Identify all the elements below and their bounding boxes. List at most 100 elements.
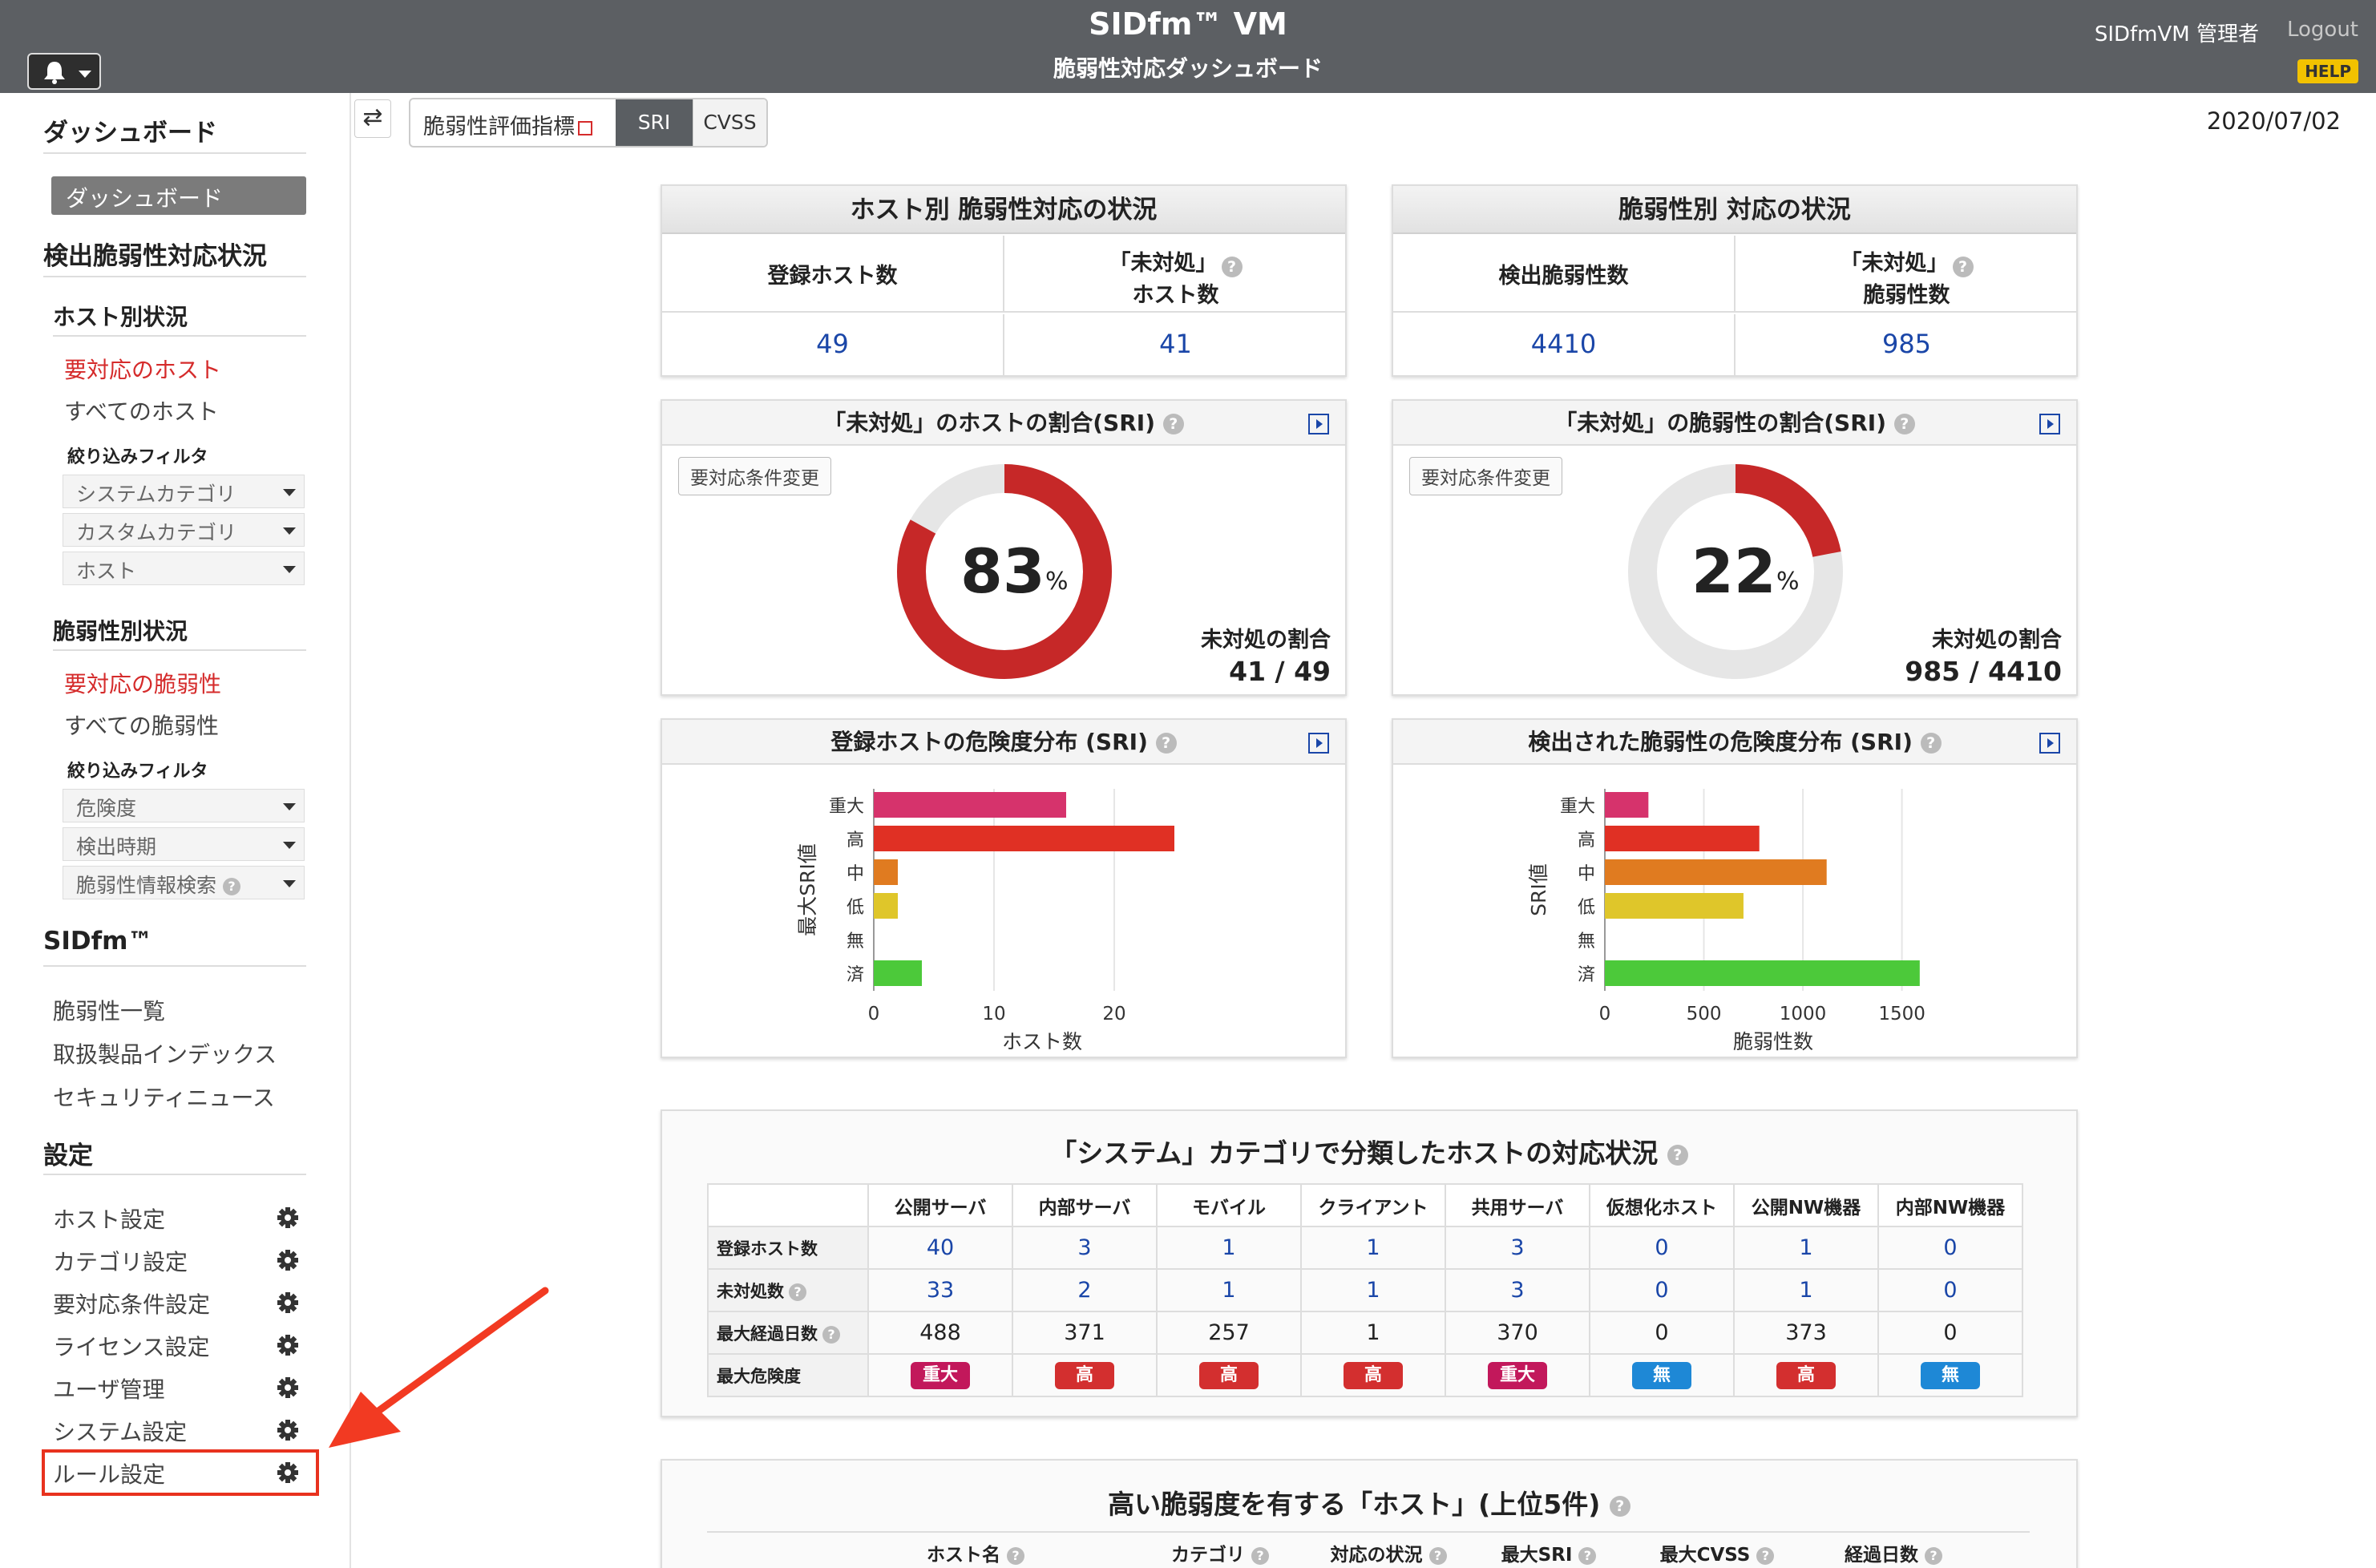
filter-detected-period[interactable]: 検出時期 [63, 827, 305, 861]
gear-icon[interactable] [276, 1333, 300, 1357]
sidebar-item-host-settings[interactable]: ホスト設定 [53, 1202, 165, 1235]
column-header-max-cvss[interactable]: 最大CVSS ? [1637, 1539, 1797, 1566]
gear-icon[interactable] [276, 1248, 300, 1272]
help-icon[interactable]: ? [1893, 414, 1915, 434]
table-cell[interactable]: 33 [867, 1268, 1013, 1312]
filter-label: カスタムカテゴリ [76, 521, 237, 544]
table-cell[interactable]: 2 [1012, 1268, 1158, 1312]
unhandled-hosts-value[interactable]: 41 [1004, 314, 1347, 375]
table-cell[interactable]: 40 [867, 1226, 1013, 1270]
help-icon[interactable]: ? [1667, 1144, 1688, 1166]
filter-system-category[interactable]: システムカテゴリ [63, 475, 305, 508]
help-icon[interactable]: ? [1007, 1546, 1024, 1565]
change-condition-button[interactable]: 要対応条件変更 [678, 457, 831, 495]
table-cell[interactable]: 0 [1877, 1226, 2023, 1270]
sidebar-item-product-index[interactable]: 取扱製品インデックス [53, 1037, 277, 1069]
sidebar-item-license-settings[interactable]: ライセンス設定 [53, 1330, 209, 1362]
filter-custom-category[interactable]: カスタムカテゴリ [63, 513, 305, 547]
sidebar-item-security-news[interactable]: セキュリティニュース [53, 1081, 275, 1113]
gear-icon[interactable] [276, 1291, 300, 1315]
swap-icon[interactable]: ⇄ [354, 99, 391, 138]
metric-sri-button[interactable]: SRI [616, 99, 693, 146]
help-icon[interactable]: ? [1925, 1546, 1942, 1565]
column-header-max-sri[interactable]: 最大SRI ? [1477, 1539, 1621, 1566]
sidebar-item-vuln-list[interactable]: 脆弱性一覧 [53, 994, 165, 1026]
filter-host[interactable]: ホスト [63, 552, 305, 585]
help-icon[interactable]: ? [1428, 1546, 1447, 1565]
filter-vuln-search[interactable]: 脆弱性情報検索 ? [63, 866, 305, 899]
column-header-host[interactable]: ホスト名 ? [867, 1539, 1084, 1566]
host-risk-bar-chart: 0 10 20 重大高中低無済ホスト数 最大SRI値 [796, 789, 1174, 1053]
help-icon[interactable]: ? [1609, 1495, 1630, 1517]
bar-中[interactable] [1605, 859, 1827, 885]
sidebar-item-dashboard[interactable]: ダッシュボード [51, 176, 306, 215]
help-icon[interactable]: ? [222, 878, 240, 895]
metric-cvss-button[interactable]: CVSS [693, 99, 766, 146]
table-cell[interactable]: 1 [1300, 1268, 1446, 1312]
unhandled-vulns-value[interactable]: 985 [1736, 314, 2078, 375]
notification-button[interactable] [27, 53, 101, 90]
sidebar-item-system-settings[interactable]: システム設定 [53, 1415, 187, 1447]
gear-icon[interactable] [276, 1376, 300, 1400]
user-name[interactable]: SIDfmVM 管理者 [2095, 18, 2259, 47]
help-icon[interactable]: ? [1251, 1546, 1269, 1565]
table-cell[interactable]: 1 [1733, 1226, 1879, 1270]
help-icon[interactable]: ? [789, 1283, 806, 1301]
unhandled-vulns-label: 「未対処」 ? 脆弱性数 [1736, 236, 2078, 311]
sidebar-item-user-management[interactable]: ユーザ管理 [53, 1372, 164, 1404]
table-cell[interactable]: 1 [1156, 1268, 1302, 1312]
sidebar-item-host-action[interactable]: 要対応のホスト [64, 353, 221, 385]
summary-labels: 登録ホスト数 「未対処」 ? ホスト数 [662, 236, 1345, 313]
sidebar-item-category-settings[interactable]: カテゴリ設定 [53, 1245, 188, 1277]
table-cell[interactable]: 0 [1589, 1226, 1735, 1270]
sidebar-item-condition-settings[interactable]: 要対応条件設定 [53, 1287, 210, 1319]
help-button[interactable]: HELP [2297, 59, 2358, 83]
help-icon[interactable]: ? [1756, 1546, 1775, 1565]
sidebar-item-vuln-all[interactable]: すべての脆弱性 [64, 709, 219, 741]
expand-icon[interactable] [1308, 414, 1329, 434]
help-icon[interactable]: ? [1155, 733, 1177, 754]
table-cell[interactable]: 3 [1445, 1226, 1590, 1270]
expand-icon[interactable] [2039, 414, 2060, 434]
table-cell[interactable]: 0 [1589, 1268, 1735, 1312]
bar-低[interactable] [874, 893, 898, 919]
metric-label[interactable]: 脆弱性評価指標 [423, 109, 592, 140]
registered-hosts-value[interactable]: 49 [662, 314, 1004, 375]
expand-icon[interactable] [1308, 733, 1329, 754]
help-icon[interactable]: ? [1920, 733, 1942, 754]
column-header-category[interactable]: カテゴリ ? [1140, 1539, 1300, 1566]
table-cell[interactable]: 0 [1877, 1268, 2023, 1312]
gear-icon[interactable] [276, 1206, 300, 1230]
risk-badge: 高 [1776, 1362, 1836, 1389]
table-cell[interactable]: 1 [1733, 1268, 1879, 1312]
gear-icon[interactable] [276, 1418, 300, 1442]
detected-vulns-label: 検出脆弱性数 [1393, 236, 1736, 311]
bar-済[interactable] [1605, 960, 1920, 986]
table-cell[interactable]: 1 [1300, 1226, 1446, 1270]
bar-高[interactable] [1605, 826, 1760, 851]
expand-icon[interactable] [2039, 733, 2060, 754]
table-cell[interactable]: 3 [1445, 1268, 1590, 1312]
table-cell[interactable]: 1 [1156, 1226, 1302, 1270]
bar-低[interactable] [1605, 893, 1744, 919]
filter-severity[interactable]: 危険度 [63, 789, 305, 822]
help-icon[interactable]: ? [1162, 414, 1184, 434]
table-cell[interactable]: 3 [1012, 1226, 1158, 1270]
bar-重大[interactable] [1605, 792, 1649, 818]
bar-高[interactable] [874, 826, 1174, 851]
change-condition-button[interactable]: 要対応条件変更 [1409, 457, 1562, 495]
detected-vulns-value[interactable]: 4410 [1393, 314, 1736, 375]
bar-重大[interactable] [874, 792, 1066, 818]
sidebar-item-host-all[interactable]: すべてのホスト [64, 394, 219, 426]
help-icon[interactable]: ? [1952, 256, 1974, 277]
bar-済[interactable] [874, 960, 922, 986]
help-icon[interactable]: ? [1578, 1546, 1597, 1565]
help-icon[interactable]: ? [822, 1325, 840, 1344]
summary-values: 4410 985 [1393, 314, 2076, 375]
sidebar-item-vuln-action[interactable]: 要対応の脆弱性 [64, 667, 221, 699]
logout-link[interactable]: Logout [2287, 18, 2358, 42]
column-header-elapsed-days[interactable]: 経過日数 ? [1813, 1539, 1974, 1566]
bar-中[interactable] [874, 859, 898, 885]
column-header-status[interactable]: 対応の状況 ? [1308, 1539, 1469, 1566]
help-icon[interactable]: ? [1221, 256, 1243, 277]
